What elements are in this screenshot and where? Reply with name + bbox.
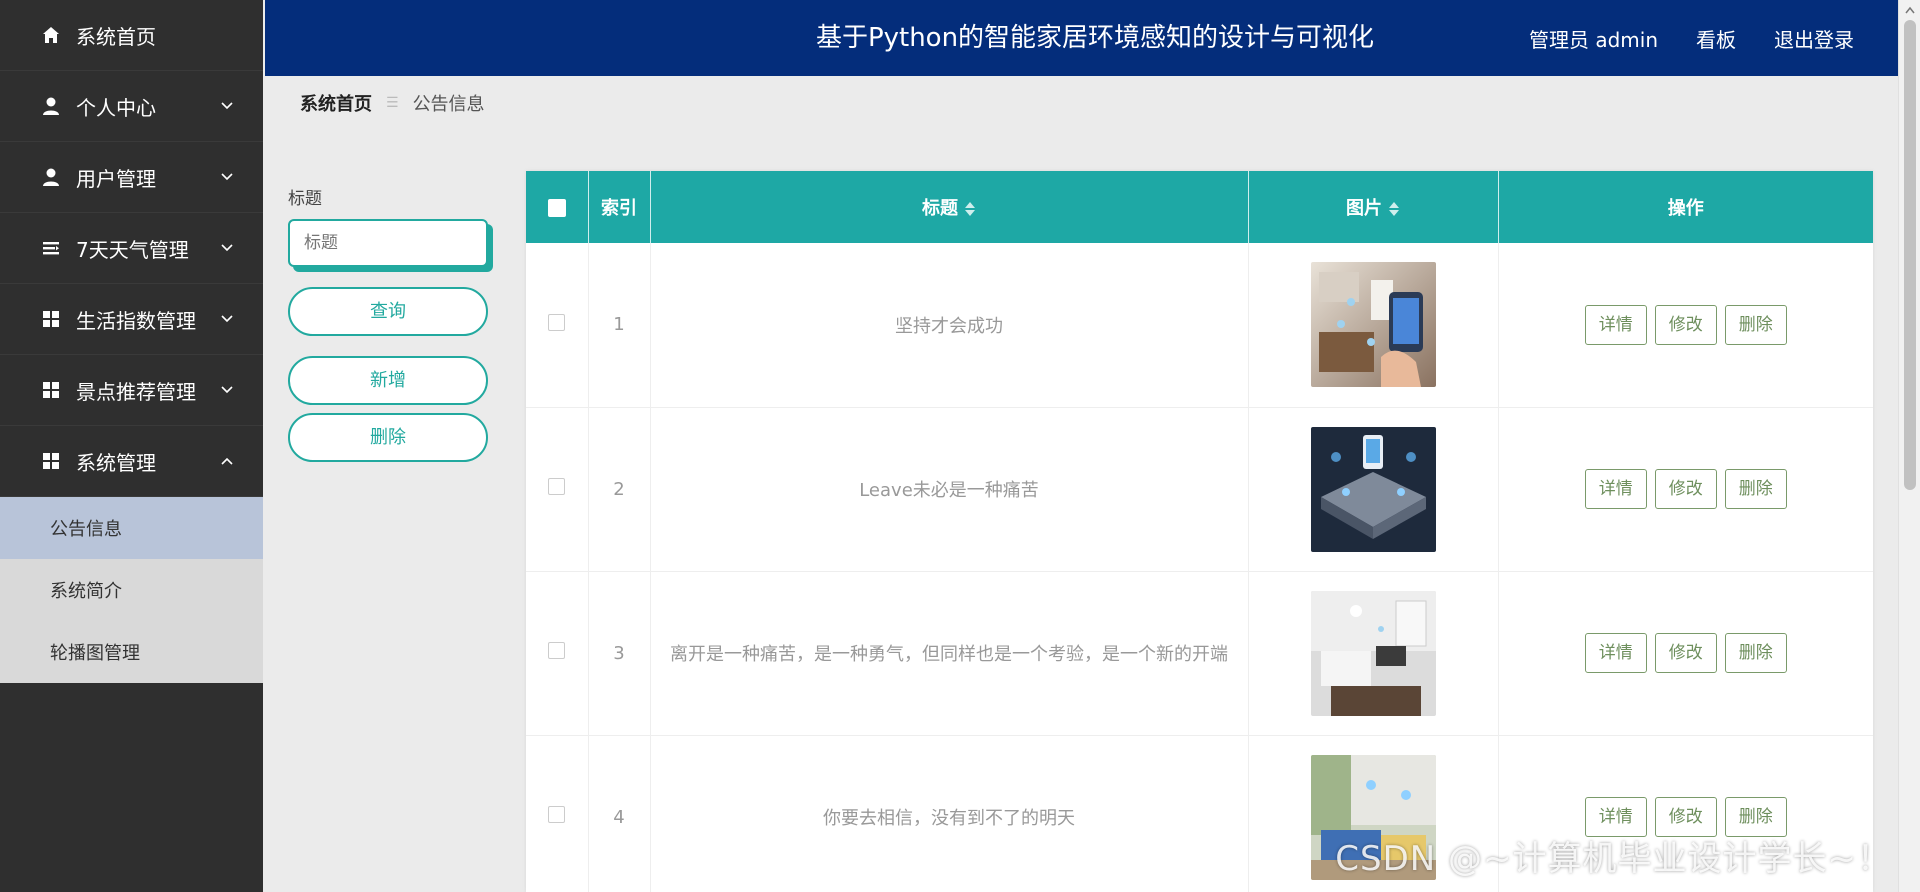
row-checkbox[interactable] (548, 313, 566, 331)
column-header-index: 索引 (588, 171, 651, 243)
row-title: 你要去相信，没有到不了的明天 (650, 735, 1249, 892)
row-index: 2 (588, 407, 651, 571)
table-row: 1 坚持才会成功 详情 修改 删除 (526, 243, 1873, 407)
sidebar-item-home[interactable]: 系统首页 (0, 0, 263, 71)
submenu-system-management: 公告信息 系统简介 轮播图管理 (0, 497, 263, 683)
add-button[interactable]: 新增 (288, 356, 488, 405)
title-filter-label: 标题 (288, 189, 322, 209)
row-thumbnail-livingroom[interactable] (1310, 590, 1436, 716)
logout-link[interactable]: 退出登录 (1774, 24, 1854, 53)
select-all-header (526, 171, 589, 243)
sidebar-item-label: 生活指数管理 (76, 308, 196, 333)
edit-button[interactable]: 修改 (1654, 633, 1717, 673)
breadcrumb-home[interactable]: 系统首页 (300, 90, 372, 116)
submenu-item-system-intro[interactable]: 系统简介 (0, 559, 263, 621)
table-row: 3 离开是一种痛苦，是一种勇气，但同样也是一个考验，是一个新的开端 详情 修改 … (526, 571, 1873, 735)
user-icon (40, 166, 62, 188)
grid-icon (40, 379, 62, 401)
list-icon (40, 237, 62, 259)
sidebar-item-label: 景点推荐管理 (76, 379, 196, 404)
sidebar-item-label: 系统管理 (76, 450, 156, 475)
grid-icon (40, 308, 62, 330)
sidebar-item-weather[interactable]: 7天天气管理 (0, 213, 263, 284)
sidebar-item-label: 用户管理 (76, 166, 156, 191)
scrollbar-thumb[interactable] (1904, 20, 1916, 490)
row-index: 3 (588, 571, 651, 735)
column-header-image[interactable]: 图片 (1248, 171, 1499, 243)
row-thumbnail-kitchen[interactable] (1310, 262, 1436, 388)
sidebar-item-attractions[interactable]: 景点推荐管理 (0, 355, 263, 426)
breadcrumb-separator-icon: ☰ (386, 95, 399, 111)
detail-button[interactable]: 详情 (1584, 633, 1647, 673)
chevron-down-icon (221, 173, 233, 181)
delete-button[interactable]: 删除 (1724, 633, 1787, 673)
column-header-actions: 操作 (1667, 198, 1704, 219)
watermark: CSDN @~计算机毕业设计学长~！ (1335, 839, 1892, 879)
row-title: 坚持才会成功 (650, 243, 1249, 407)
row-index: 1 (588, 243, 651, 407)
edit-button[interactable]: 修改 (1654, 469, 1717, 509)
sidebar-item-life-index[interactable]: 生活指数管理 (0, 284, 263, 355)
scroll-up-icon[interactable] (1899, 0, 1920, 20)
sidebar-item-personal-center[interactable]: 个人中心 (0, 71, 263, 142)
home-icon (40, 24, 62, 46)
delete-button[interactable]: 删除 (1724, 304, 1787, 345)
search-panel: 标题 查询 新增 删除 (288, 184, 493, 462)
sidebar-item-label: 系统首页 (76, 24, 156, 49)
sort-icon[interactable] (964, 201, 976, 217)
query-button[interactable]: 查询 (288, 287, 488, 336)
chevron-down-icon (221, 315, 233, 323)
sidebar-item-user-management[interactable]: 用户管理 (0, 142, 263, 213)
user-icon (40, 95, 62, 117)
row-thumbnail-smarthome[interactable] (1310, 426, 1436, 552)
row-title: 离开是一种痛苦，是一种勇气，但同样也是一个考验，是一个新的开端 (650, 571, 1249, 735)
select-all-checkbox[interactable] (547, 198, 566, 217)
detail-button[interactable]: 详情 (1584, 469, 1647, 509)
submenu-item-announcements[interactable]: 公告信息 (0, 497, 263, 559)
page-scrollbar[interactable] (1898, 0, 1920, 892)
row-checkbox[interactable] (548, 806, 566, 823)
sidebar-item-label: 7天天气管理 (76, 237, 189, 262)
batch-delete-button[interactable]: 删除 (288, 413, 488, 462)
admin-user-label[interactable]: 管理员 admin (1529, 24, 1658, 53)
sidebar: 系统首页 个人中心 用户管理 7天天气管理 生活指数管理 景点推荐管理 系统管理… (0, 0, 263, 892)
breadcrumb-current: 公告信息 (412, 94, 485, 115)
column-header-title[interactable]: 标题 (650, 171, 1249, 243)
chevron-down-icon (221, 244, 233, 252)
delete-button[interactable]: 删除 (1724, 469, 1787, 509)
sidebar-item-system-management[interactable]: 系统管理 (0, 426, 263, 497)
chevron-down-icon (221, 386, 233, 394)
column-header-title-label: 标题 (922, 198, 958, 219)
table-row: 2 Leave未必是一种痛苦 详情 修改 删除 (526, 407, 1873, 571)
submenu-item-carousel[interactable]: 轮播图管理 (0, 621, 263, 683)
row-index: 4 (588, 735, 651, 892)
row-checkbox[interactable] (548, 478, 566, 495)
table-header-row: 索引 标题 图片 操作 (526, 171, 1873, 243)
chevron-up-icon (221, 457, 233, 465)
sort-icon[interactable] (1388, 201, 1400, 217)
breadcrumb: 系统首页 ☰ 公告信息 (300, 90, 485, 116)
detail-button[interactable]: 详情 (1584, 304, 1647, 345)
row-checkbox[interactable] (548, 642, 566, 659)
topbar: 基于Python的智能家居环境感知的设计与可视化 管理员 admin 看板 退出… (265, 0, 1898, 76)
edit-button[interactable]: 修改 (1654, 304, 1717, 345)
chevron-down-icon (221, 102, 233, 110)
announcement-table: 索引 标题 图片 操作 1 坚持才会成功 详情 修改 删除 2 Leave未必是… (526, 171, 1873, 892)
sidebar-item-label: 个人中心 (76, 95, 156, 120)
board-link[interactable]: 看板 (1696, 24, 1736, 53)
grid-icon (40, 450, 62, 472)
title-search-input[interactable] (288, 219, 488, 267)
column-header-image-label: 图片 (1346, 198, 1382, 219)
topbar-actions: 管理员 admin 看板 退出登录 (1529, 0, 1854, 76)
row-title: Leave未必是一种痛苦 (650, 407, 1249, 571)
